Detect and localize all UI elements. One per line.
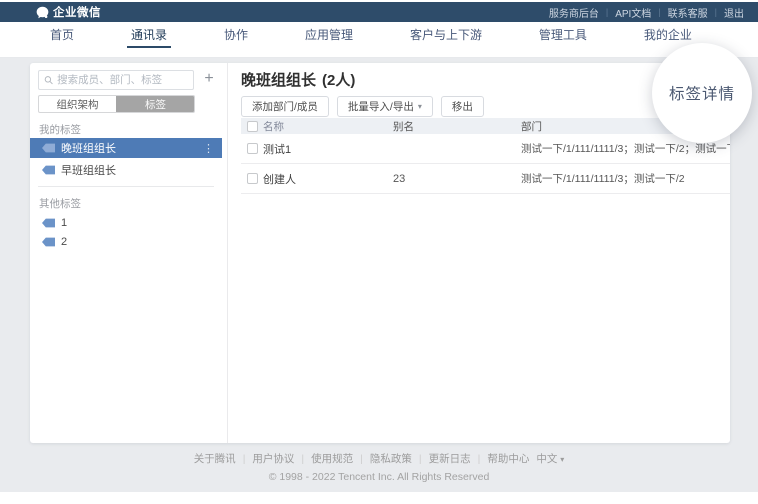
tag-label: 晚班组组长: [61, 140, 116, 156]
topbar-link-api-docs[interactable]: API文档: [615, 5, 651, 20]
separator: |: [243, 453, 246, 465]
tag-name: 晚班组组长: [241, 69, 316, 90]
cell-alias: 23: [393, 173, 521, 185]
language-label: 中文: [536, 453, 557, 465]
tab-org-structure[interactable]: 组织架构: [39, 96, 116, 112]
nav-home[interactable]: 首页: [46, 22, 78, 48]
topbar-link-logout[interactable]: 退出: [724, 5, 744, 20]
footer-link-about[interactable]: 关于腾讯: [194, 451, 236, 466]
spotlight-tooltip[interactable]: 标签详情: [652, 43, 752, 143]
footer-link-help-center[interactable]: 帮助中心: [487, 451, 529, 466]
column-header-alias: 别名: [393, 119, 521, 134]
cell-name: 测试1: [263, 141, 393, 157]
separator: |: [478, 453, 481, 465]
button-label: 批量导入/导出: [348, 99, 414, 114]
separator: |: [606, 7, 608, 17]
topbar-link-support[interactable]: 联系客服: [668, 5, 708, 20]
footer: 关于腾讯 | 用户协议 | 使用规范 | 隐私政策 | 更新日志 | 帮助中心 …: [0, 451, 758, 483]
cell-dept: 测试一下/1/111/1111/3；测试一下/2: [521, 171, 730, 186]
search-input[interactable]: [57, 74, 188, 86]
nav-admin-tools[interactable]: 管理工具: [535, 22, 591, 48]
add-dept-member-button[interactable]: 添加部门/成员: [241, 96, 329, 117]
button-label: 添加部门/成员: [252, 99, 318, 114]
main-nav: 首页 通讯录 协作 应用管理 客户与上下游 管理工具 我的企业: [0, 22, 758, 58]
tag-label: 1: [61, 217, 67, 229]
separator: |: [715, 7, 717, 17]
other-tags-section-title: 其他标签: [39, 196, 81, 211]
topbar-link-provider[interactable]: 服务商后台: [549, 5, 599, 20]
member-count: (2人): [322, 69, 355, 90]
top-bar: 企业微信 服务商后台 | API文档 | 联系客服 | 退出: [0, 2, 758, 22]
chevron-down-icon: ▾: [418, 102, 422, 111]
tab-tags[interactable]: 标签: [116, 96, 194, 112]
wecom-admin-page: { "ui": { "separator": "|" }, "topbar": …: [0, 0, 758, 504]
tag-icon: [42, 237, 55, 247]
footer-link-privacy[interactable]: 隐私政策: [370, 451, 412, 466]
tag-icon: [42, 165, 55, 175]
spotlight-label: 标签详情: [669, 82, 735, 104]
copyright-text: © 1998 - 2022 Tencent Inc. All Rights Re…: [0, 471, 758, 483]
row-checkbox[interactable]: [247, 143, 258, 154]
separator: |: [658, 7, 660, 17]
language-selector[interactable]: 中文 ▾: [536, 451, 564, 466]
nav-items: 首页 通讯录 协作 应用管理 客户与上下游 管理工具 我的企业: [0, 22, 758, 48]
page-background: + 组织架构 标签 我的标签 晚班组组长 ⋮ 早班组组长 其他标签: [0, 58, 758, 492]
topbar-links: 服务商后台 | API文档 | 联系客服 | 退出: [549, 5, 744, 20]
more-options-icon[interactable]: ⋮: [203, 142, 214, 155]
footer-links: 关于腾讯 | 用户协议 | 使用规范 | 隐私政策 | 更新日志 | 帮助中心 …: [0, 451, 758, 466]
app-title: 企业微信: [53, 4, 101, 20]
search-box: [38, 70, 194, 90]
sidebar-item-tag-1[interactable]: 1: [30, 213, 222, 233]
separator: |: [419, 453, 422, 465]
row-checkbox[interactable]: [247, 173, 258, 184]
chevron-down-icon: ▾: [560, 455, 564, 464]
content-card: + 组织架构 标签 我的标签 晚班组组长 ⋮ 早班组组长 其他标签: [30, 63, 730, 443]
batch-import-export-button[interactable]: 批量导入/导出 ▾: [337, 96, 433, 117]
cell-name: 创建人: [263, 171, 393, 187]
sidebar-item-tag-2[interactable]: 2: [30, 232, 222, 252]
wecom-logo-icon: [36, 6, 49, 19]
sidebar-item-morning-shift-leader[interactable]: 早班组组长: [30, 160, 222, 180]
sidebar: + 组织架构 标签 我的标签 晚班组组长 ⋮ 早班组组长 其他标签: [30, 63, 228, 443]
button-label: 移出: [452, 99, 473, 114]
toolbar: 添加部门/成员 批量导入/导出 ▾ 移出: [241, 96, 484, 117]
main-content: 晚班组组长 (2人) 添加部门/成员 批量导入/导出 ▾ 移出: [229, 63, 730, 443]
separator: |: [301, 453, 304, 465]
remove-button[interactable]: 移出: [441, 96, 484, 117]
footer-link-changelog[interactable]: 更新日志: [429, 451, 471, 466]
table-header: 名称 别名 部门: [241, 118, 730, 134]
page-title: 晚班组组长 (2人): [241, 69, 355, 90]
footer-link-usage-rules[interactable]: 使用规范: [311, 451, 353, 466]
nav-collaboration[interactable]: 协作: [220, 22, 252, 48]
nav-contacts[interactable]: 通讯录: [127, 22, 171, 48]
table-row[interactable]: 创建人 23 测试一下/1/111/1111/3；测试一下/2: [241, 164, 730, 194]
nav-customers[interactable]: 客户与上下游: [406, 22, 486, 48]
sidebar-item-night-shift-leader[interactable]: 晚班组组长 ⋮: [30, 138, 222, 158]
tag-label: 早班组组长: [61, 162, 116, 178]
search-icon: [44, 75, 53, 85]
column-header-name: 名称: [263, 119, 393, 134]
my-tags-section-title: 我的标签: [39, 122, 81, 137]
tag-icon: [42, 218, 55, 228]
footer-link-user-agreement[interactable]: 用户协议: [252, 451, 294, 466]
tag-label: 2: [61, 236, 67, 248]
select-all-checkbox[interactable]: [247, 121, 258, 132]
wecom-logo[interactable]: 企业微信: [36, 4, 101, 20]
separator: |: [360, 453, 363, 465]
nav-app-management[interactable]: 应用管理: [301, 22, 357, 48]
sidebar-divider: [38, 186, 214, 187]
tag-icon: [42, 143, 55, 153]
cell-dept: 测试一下/1/111/1111/3；测试一下/2；测试一下/1；测...: [521, 141, 730, 156]
table-body: 测试1 测试一下/1/111/1111/3；测试一下/2；测试一下/1；测...…: [241, 134, 730, 194]
sidebar-tabs: 组织架构 标签: [38, 95, 195, 113]
add-tag-button[interactable]: +: [199, 69, 219, 89]
table-row[interactable]: 测试1 测试一下/1/111/1111/3；测试一下/2；测试一下/1；测...: [241, 134, 730, 164]
